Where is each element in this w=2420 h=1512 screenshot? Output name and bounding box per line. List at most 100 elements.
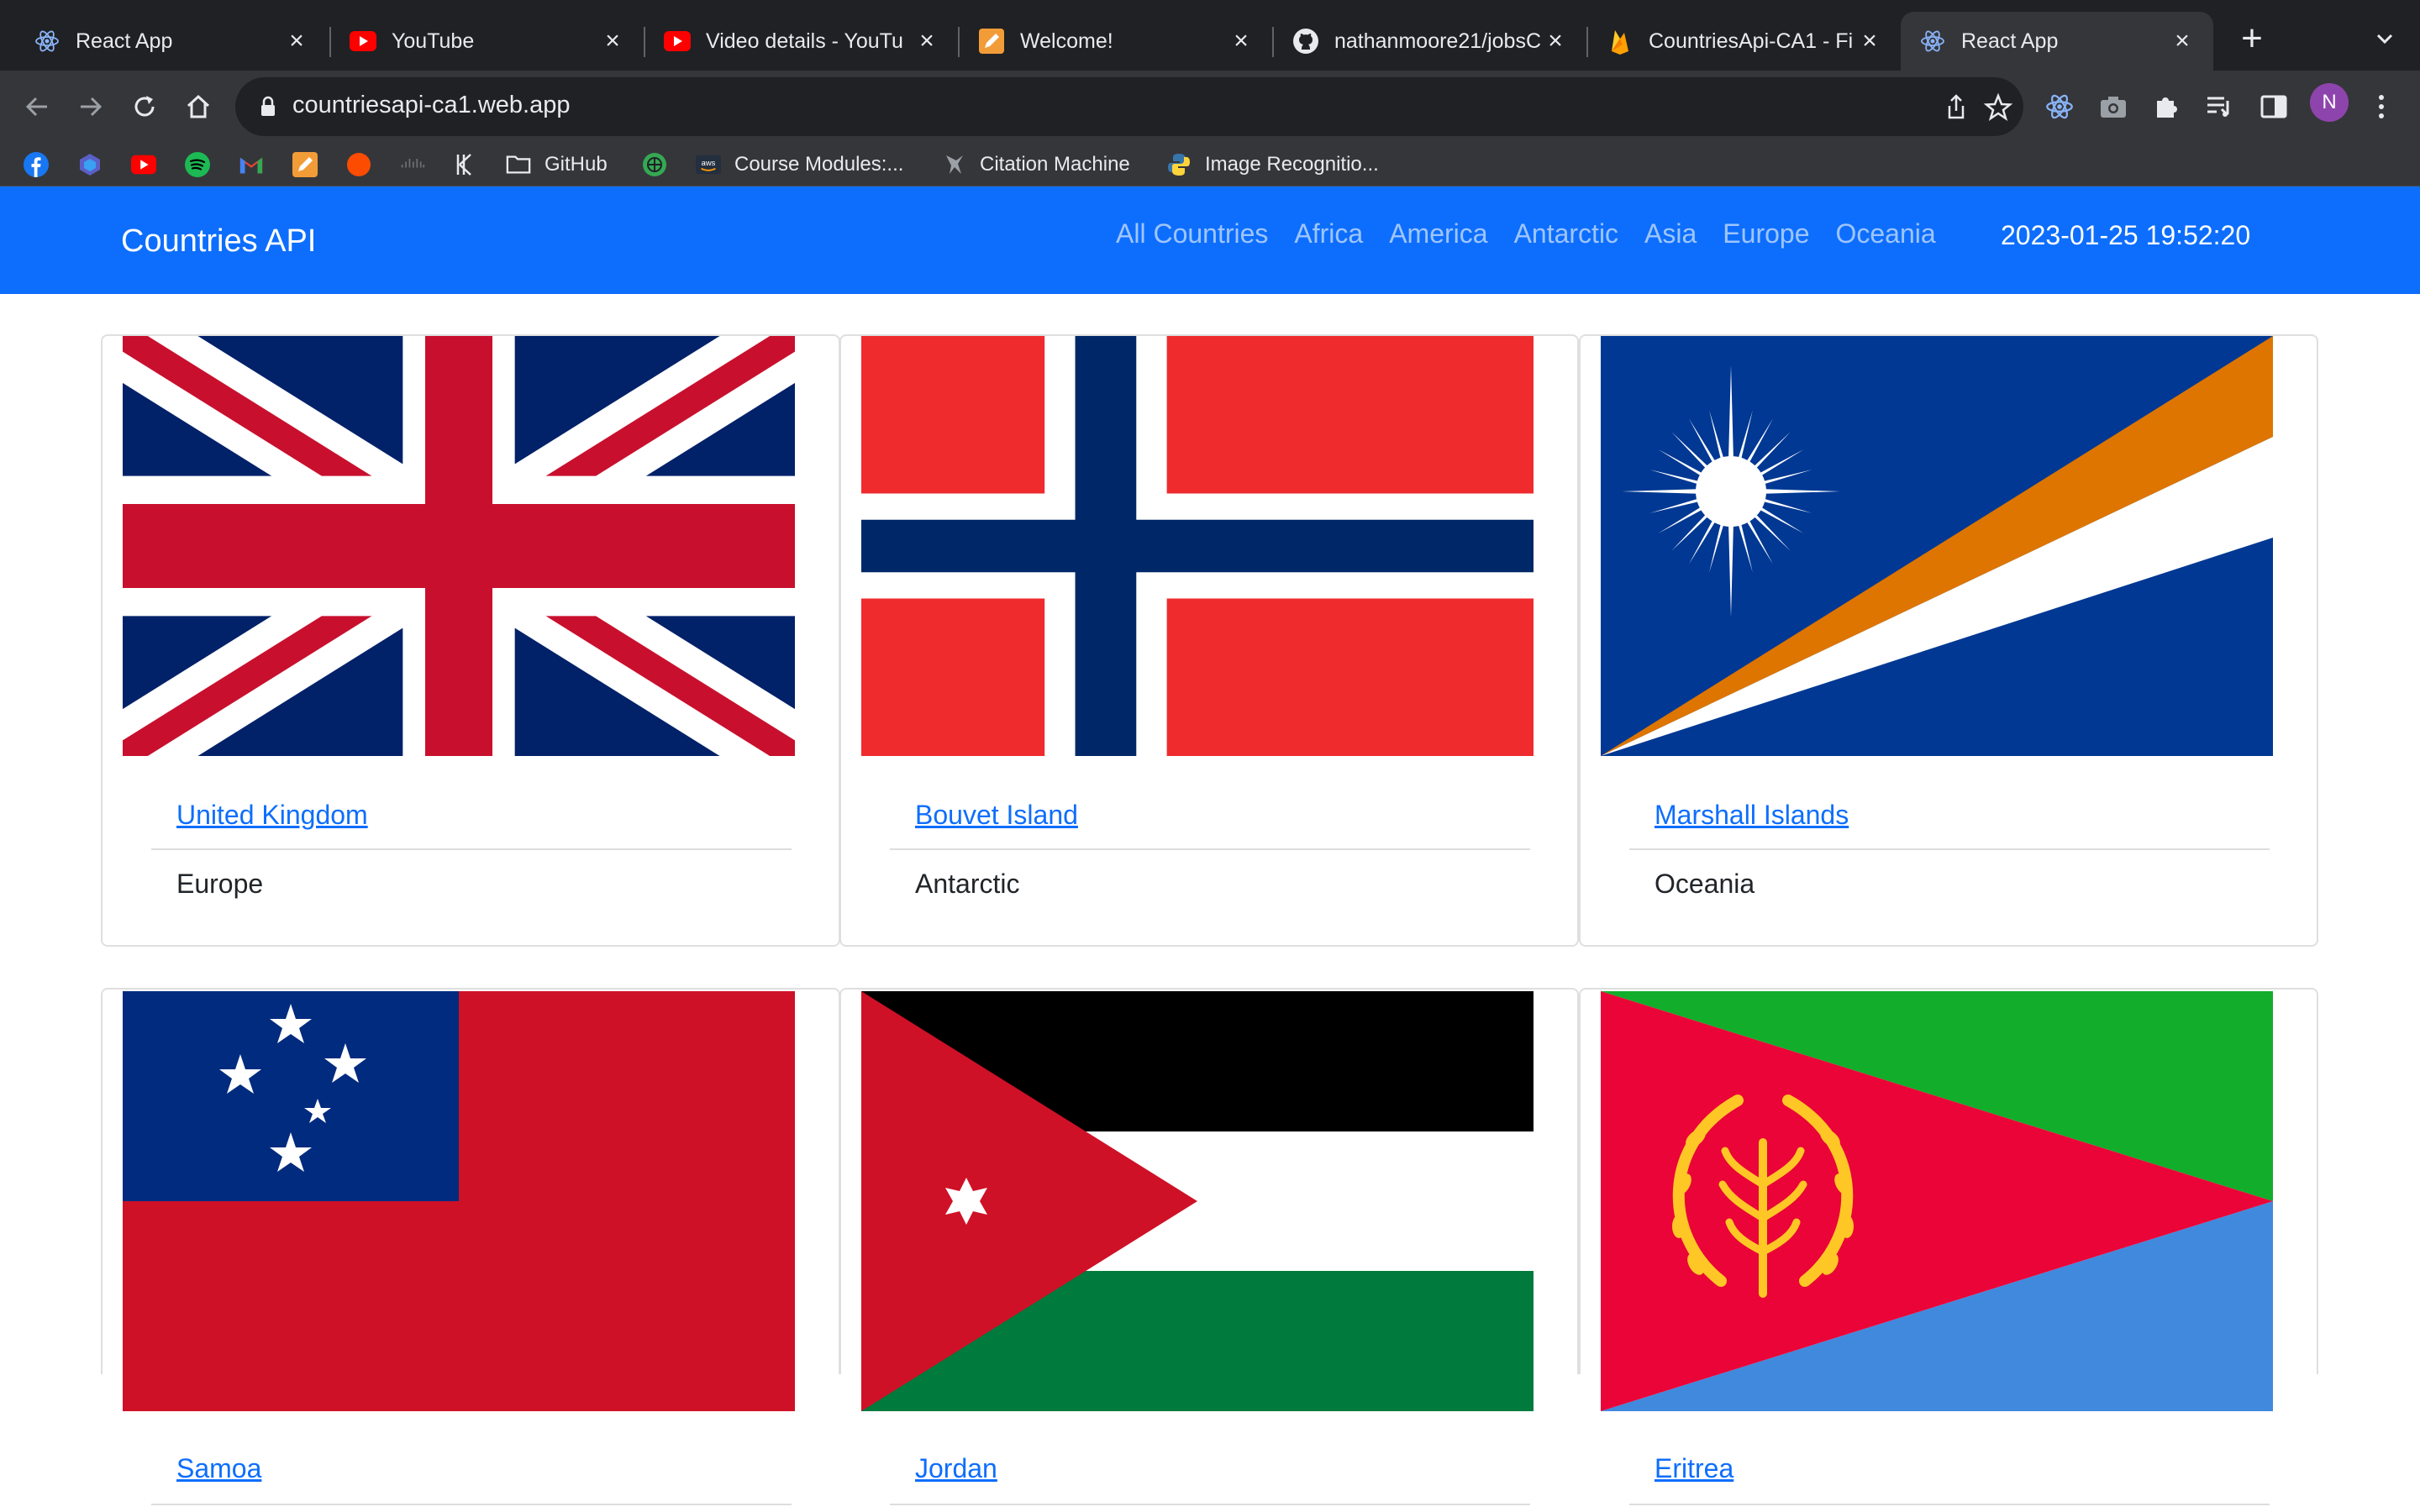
url-text: countriesapi-ca1.web.app xyxy=(292,92,571,118)
tab-title: React App xyxy=(76,29,173,53)
bookmark-facebook[interactable] xyxy=(24,150,49,179)
country-card: Marshall Islands Oceania xyxy=(1579,334,2318,947)
bookmark-course-modules[interactable]: aws Course Modules:... xyxy=(696,150,903,179)
browser-tab[interactable]: CountriesApi-CA1 - Fi × xyxy=(1588,12,1901,71)
country-card: Eritrea xyxy=(1579,988,2318,1505)
card-divider xyxy=(890,1504,1530,1505)
reading-list-icon[interactable] xyxy=(2201,87,2239,126)
nav-link-oceania[interactable]: Oceania xyxy=(1835,218,1935,249)
kebab-menu-icon[interactable] xyxy=(2362,87,2401,126)
arrow-left-icon xyxy=(25,97,47,117)
react-devtools-icon[interactable] xyxy=(2040,87,2079,126)
country-name-link[interactable]: Marshall Islands xyxy=(1655,800,1849,831)
bookmark-label: Course Modules:... xyxy=(734,153,904,176)
gb-flag xyxy=(123,336,795,756)
tab-title: nathanmoore21/jobsC xyxy=(1334,29,1541,53)
bv-flag xyxy=(861,336,1534,756)
bookmark-pencil-app[interactable] xyxy=(292,150,318,179)
close-tab-icon[interactable]: × xyxy=(1543,27,1568,55)
cisco-icon xyxy=(400,152,425,177)
camera-icon[interactable] xyxy=(2094,87,2133,126)
bookmark-youtube[interactable] xyxy=(131,150,156,179)
tab-title: Welcome! xyxy=(1020,29,1113,53)
current-datetime: 2023-01-25 19:52:20 xyxy=(2001,220,2251,250)
er-flag xyxy=(1601,991,2273,1411)
side-panel-icon[interactable] xyxy=(2254,87,2293,126)
country-name-link[interactable]: Eritrea xyxy=(1655,1453,1733,1484)
nav-link-antarctic[interactable]: Antarctic xyxy=(1514,218,1618,249)
bookmarks-bar: GitHub aws Course Modules:... Citation M… xyxy=(0,143,2420,186)
card-divider xyxy=(890,848,1530,850)
address-bar[interactable]: countriesapi-ca1.web.app xyxy=(235,77,2023,136)
profile-avatar[interactable]: N xyxy=(2310,83,2349,122)
lock-icon xyxy=(261,96,275,116)
youtube-icon xyxy=(350,28,376,55)
close-tab-icon[interactable]: × xyxy=(1857,27,1882,55)
browser-tab[interactable]: Welcome! × xyxy=(960,12,1272,71)
youtube-icon xyxy=(131,152,156,177)
card-divider xyxy=(1629,1504,2270,1505)
country-name-link[interactable]: Jordan xyxy=(915,1453,997,1484)
browser-tab[interactable]: React App × xyxy=(15,12,328,71)
nav-link-africa[interactable]: Africa xyxy=(1294,218,1363,249)
star-icon[interactable] xyxy=(1983,92,2013,123)
nav-link-all-countries[interactable]: All Countries xyxy=(1116,218,1268,249)
bookmark-github-folder[interactable]: GitHub xyxy=(506,150,608,179)
k-logo-icon xyxy=(454,152,479,177)
bookmark-label: Citation Machine xyxy=(980,153,1130,176)
home-icon xyxy=(187,94,210,118)
close-tab-icon[interactable]: × xyxy=(2170,27,2195,55)
country-name-link[interactable]: Samoa xyxy=(176,1453,261,1484)
browser-tab[interactable]: Video details - YouTu × xyxy=(645,12,958,71)
tab-title: CountriesApi-CA1 - Fi xyxy=(1649,29,1854,53)
bookmark-spotify[interactable] xyxy=(185,150,210,179)
close-tab-icon[interactable]: × xyxy=(914,27,939,55)
browser-tab[interactable]: YouTube × xyxy=(331,12,644,71)
navbar-brand[interactable]: Countries API xyxy=(121,223,316,260)
reload-icon xyxy=(134,96,155,117)
close-tab-icon[interactable]: × xyxy=(1228,27,1254,55)
gmail-icon xyxy=(239,152,264,177)
github-icon xyxy=(1292,28,1319,55)
country-card: United Kingdom Europe xyxy=(101,334,840,947)
nav-link-america[interactable]: America xyxy=(1389,218,1487,249)
back-button[interactable] xyxy=(16,86,58,128)
new-tab-button[interactable]: + xyxy=(2233,20,2270,59)
bookmark-k[interactable] xyxy=(454,150,479,179)
bookmark-orange[interactable] xyxy=(346,150,371,179)
country-region: Antarctic xyxy=(915,869,1020,899)
country-region: Oceania xyxy=(1655,869,1755,899)
facebook-icon xyxy=(24,152,49,177)
browser-tab[interactable]: nathanmoore21/jobsC × xyxy=(1274,12,1586,71)
forward-button[interactable] xyxy=(70,86,112,128)
bookmark-cisco[interactable] xyxy=(400,150,425,179)
chevron-down-icon[interactable] xyxy=(2370,24,2400,54)
pencil-app-icon xyxy=(978,28,1005,55)
tab-title: YouTube xyxy=(392,29,475,53)
country-card: Bouvet Island Antarctic xyxy=(839,334,1579,947)
jo-flag xyxy=(861,991,1534,1411)
bookmark-globe[interactable] xyxy=(642,150,667,179)
firebase-icon xyxy=(1607,28,1634,55)
bookmark-image-recognition[interactable]: Image Recognitio... xyxy=(1166,150,1379,179)
reload-button[interactable] xyxy=(124,86,166,128)
folder-icon xyxy=(506,152,531,177)
arrow-right-icon xyxy=(81,97,103,117)
ws-flag xyxy=(123,991,795,1411)
bookmark-power-automate[interactable] xyxy=(77,150,103,179)
bookmark-gmail[interactable] xyxy=(239,150,264,179)
extensions-puzzle-icon[interactable] xyxy=(2147,87,2186,126)
country-name-link[interactable]: Bouvet Island xyxy=(915,800,1078,831)
close-tab-icon[interactable]: × xyxy=(600,27,625,55)
home-button[interactable] xyxy=(177,86,219,128)
nav-link-asia[interactable]: Asia xyxy=(1644,218,1697,249)
bookmark-citation-machine[interactable]: Citation Machine xyxy=(941,150,1130,179)
youtube-icon xyxy=(664,28,691,55)
power-automate-icon xyxy=(77,152,103,177)
close-tab-icon[interactable]: × xyxy=(284,27,309,55)
share-icon[interactable] xyxy=(1941,92,1971,123)
browser-tab-active[interactable]: React App × xyxy=(1901,12,2213,71)
react-icon xyxy=(34,28,60,55)
country-name-link[interactable]: United Kingdom xyxy=(176,800,368,831)
nav-link-europe[interactable]: Europe xyxy=(1723,218,1809,249)
